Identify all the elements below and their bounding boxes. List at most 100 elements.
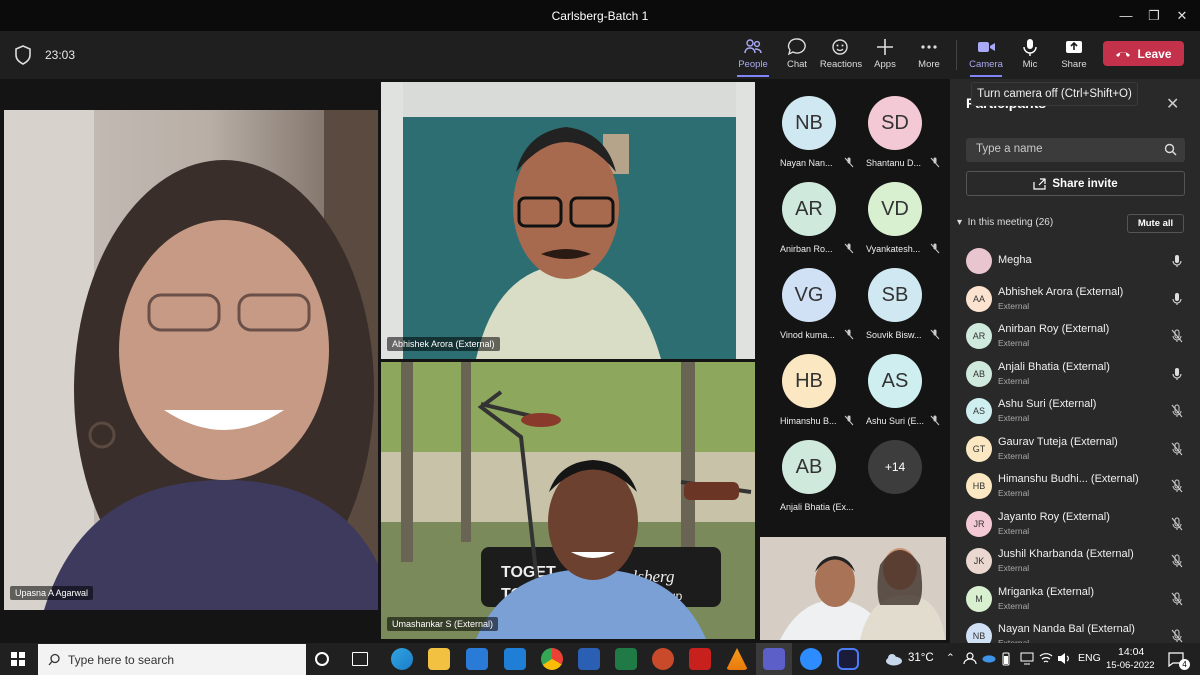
plus-icon	[877, 39, 893, 55]
participant-row[interactable]: AB Anjali Bhatia (External) External	[966, 356, 1186, 392]
self-video[interactable]	[760, 537, 946, 640]
participant-row[interactable]: JR Jayanto Roy (External) External	[966, 506, 1186, 542]
video-abhishek[interactable]: Abhishek Arora (External)	[381, 82, 755, 359]
participant-row[interactable]: AA Abhishek Arora (External) External	[966, 281, 1186, 317]
participant-row[interactable]: M Mriganka (External) External	[966, 581, 1186, 617]
search-input[interactable]: Type a name	[966, 138, 1185, 162]
tile-name: Ashu Suri (E...	[866, 416, 925, 426]
store-icon[interactable]	[466, 648, 488, 670]
mute-all-button[interactable]: Mute all	[1127, 214, 1184, 233]
tile-name: Anjali Bhatia (Ex...	[780, 502, 854, 512]
mic-off-icon[interactable]	[1171, 629, 1183, 643]
apps-button[interactable]: Apps	[863, 37, 907, 77]
mic-off-icon[interactable]	[1171, 592, 1183, 606]
title-bar: Carlsberg-Batch 1 — ❐ ✕	[0, 0, 1200, 31]
microphone-icon[interactable]	[1171, 254, 1183, 268]
search-icon	[48, 653, 60, 666]
overflow-tile[interactable]: +14	[852, 426, 938, 512]
participant-name: Mriganka (External)	[998, 585, 1094, 598]
tile-name: Vinod kuma...	[780, 330, 835, 340]
mic-off-icon[interactable]	[1171, 479, 1183, 493]
clock-date[interactable]: 15-06-2022	[1106, 660, 1155, 671]
participant-row[interactable]: AS Ashu Suri (External) External	[966, 393, 1186, 429]
vlc-icon[interactable]	[726, 648, 748, 670]
mic-off-icon[interactable]	[1171, 442, 1183, 456]
participant-name: Ashu Suri (External)	[998, 398, 1097, 410]
microphone-icon[interactable]	[1171, 367, 1183, 381]
participant-name: Abhishek Arora (External)	[998, 285, 1124, 298]
participant-role: External	[998, 300, 1030, 311]
edge-icon[interactable]	[391, 648, 413, 670]
webex-icon[interactable]	[837, 648, 859, 670]
people-tray-icon[interactable]	[963, 652, 977, 665]
participant-row[interactable]: Megha	[966, 243, 1186, 279]
taskbar-search[interactable]: Type here to search	[38, 644, 306, 675]
file-explorer-icon[interactable]	[428, 648, 450, 670]
mic-off-icon[interactable]	[1171, 517, 1183, 531]
people-button[interactable]: People	[731, 37, 775, 77]
avatar: AB	[966, 360, 992, 387]
cortana-icon[interactable]	[315, 652, 329, 666]
reactions-button[interactable]: Reactions	[819, 37, 863, 77]
close-window-button[interactable]: ✕	[1164, 0, 1200, 31]
ellipsis-icon	[921, 45, 937, 49]
participant-tile[interactable]: VG Vinod kuma...	[766, 254, 854, 340]
share-button[interactable]: Share	[1052, 37, 1096, 77]
onedrive-icon[interactable]	[982, 653, 996, 663]
participant-tile[interactable]: NB Nayan Nan...	[766, 82, 854, 168]
mic-off-icon[interactable]	[1171, 329, 1183, 343]
participant-row[interactable]: GT Gaurav Tuteja (External) External	[966, 431, 1186, 467]
self-video-image	[760, 537, 946, 640]
chrome-icon[interactable]	[541, 648, 563, 670]
avatar: JR	[966, 510, 992, 537]
participant-tile[interactable]: AS Ashu Suri (E...	[852, 340, 940, 426]
leave-button[interactable]: Leave	[1103, 41, 1184, 66]
language-indicator[interactable]: ENG	[1078, 652, 1101, 664]
mic-off-icon[interactable]	[1171, 404, 1183, 418]
display-icon[interactable]	[1020, 652, 1034, 665]
participant-row[interactable]: AR Anirban Roy (External) External	[966, 318, 1186, 354]
tile-name: Anirban Ro...	[780, 244, 833, 254]
participant-tile[interactable]: AB Anjali Bhatia (Ex...	[766, 426, 854, 512]
excel-icon[interactable]	[615, 648, 637, 670]
task-view-icon[interactable]	[352, 652, 368, 666]
close-panel-icon[interactable]: ✕	[1166, 94, 1179, 114]
mic-off-icon[interactable]	[1171, 554, 1183, 568]
avatar: AS	[868, 354, 922, 408]
mic-button[interactable]: Mic	[1008, 37, 1052, 77]
overflow-count: +14	[868, 440, 922, 494]
microphone-icon[interactable]	[1171, 292, 1183, 306]
participant-tile[interactable]: SD Shantanu D...	[852, 82, 940, 168]
more-button[interactable]: More	[907, 37, 951, 77]
windows-start-icon[interactable]	[11, 652, 25, 666]
weather-temp[interactable]: 31°C	[908, 652, 934, 664]
participant-tile[interactable]: AR Anirban Ro...	[766, 168, 854, 254]
powerpoint-icon[interactable]	[652, 648, 674, 670]
participant-row[interactable]: HB Himanshu Budhi... (External) External	[966, 468, 1186, 504]
video-upasna[interactable]: Upasna A Agarwal	[4, 110, 378, 610]
camera-button[interactable]: Camera	[964, 37, 1008, 77]
clock-time[interactable]: 14:04	[1118, 646, 1144, 658]
participant-tile[interactable]: SB Souvik Bisw...	[852, 254, 940, 340]
acrobat-icon[interactable]	[689, 648, 711, 670]
chat-button[interactable]: Chat	[775, 37, 819, 77]
word-icon[interactable]	[578, 648, 600, 670]
toolbar-divider	[956, 40, 957, 70]
chat-icon	[787, 38, 806, 56]
video-umashankar[interactable]: TOGET TOWA rlsberg Group Umashankar S (E…	[381, 362, 755, 639]
participant-row[interactable]: JK Jushil Kharbanda (External) External	[966, 543, 1186, 579]
shield-icon	[15, 45, 31, 65]
participant-tile[interactable]: HB Himanshu B...	[766, 340, 854, 426]
participant-tile[interactable]: VD Vyankatesh...	[852, 168, 940, 254]
teams-icon[interactable]	[763, 648, 785, 670]
battery-icon[interactable]	[1002, 651, 1010, 666]
volume-icon[interactable]	[1057, 652, 1071, 665]
name-tag: Abhishek Arora (External)	[387, 337, 500, 351]
show-hidden-icons[interactable]: ⌃	[946, 652, 955, 664]
zoom-icon[interactable]	[800, 648, 822, 670]
mail-icon[interactable]	[504, 648, 526, 670]
camera-tooltip: Turn camera off (Ctrl+Shift+O)	[971, 82, 1138, 106]
share-invite-button[interactable]: Share invite	[966, 171, 1185, 196]
wifi-icon[interactable]	[1039, 652, 1053, 664]
in-meeting-header[interactable]: ▾ In this meeting (26)	[957, 217, 1053, 228]
